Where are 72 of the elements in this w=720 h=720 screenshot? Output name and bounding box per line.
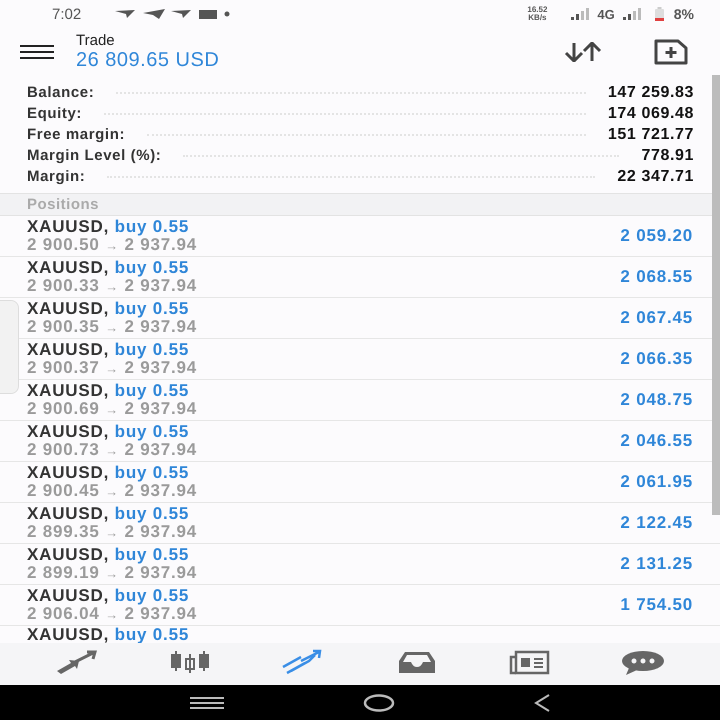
position-symbol: XAUUSD, — [27, 586, 110, 604]
signal-icon — [622, 8, 643, 20]
account-balance: 26 809.65 USD — [76, 49, 220, 71]
position-prices: 2 900.69 → 2 937.94 — [27, 400, 198, 418]
position-order: buy 0.55 — [114, 544, 190, 564]
position-order: buy 0.55 — [114, 258, 190, 276]
position-order: buy 0.55 — [114, 422, 190, 440]
send-icon — [143, 9, 166, 19]
summary-label: Free margin: — [27, 126, 126, 143]
summary-value: 778.91 — [641, 146, 694, 164]
position-order: buy 0.55 — [114, 504, 190, 522]
position-profit: 2 046.55 — [620, 431, 693, 451]
summary-label: Balance: — [27, 84, 94, 101]
position-prices: 2 900.35 → 2 937.94 — [27, 318, 198, 336]
position-profit: 1 754.50 — [620, 595, 693, 615]
status-time: 7:02 — [52, 6, 82, 22]
menu-icon[interactable] — [20, 45, 54, 59]
summary-label: Margin Level (%): — [27, 147, 162, 164]
summary-label: Margin: — [27, 168, 86, 185]
position-prices: 2 900.45 → 2 937.94 — [27, 482, 198, 500]
signal-icon — [571, 8, 592, 20]
position-symbol: XAUUSD, — [27, 625, 110, 643]
scrollbar[interactable] — [712, 75, 720, 515]
position-symbol: XAUUSD, — [27, 380, 110, 400]
battery-level: 8% — [674, 6, 694, 22]
position-symbol: XAUUSD, — [27, 216, 110, 236]
position-order: buy 0.55 — [114, 298, 190, 318]
position-profit: 2 067.45 — [620, 308, 693, 328]
position-prices: 2 900.50 → 2 937.94 — [27, 236, 198, 254]
position-symbol: XAUUSD, — [27, 340, 110, 358]
position-prices: 2 906.04 → 2 937.94 — [27, 604, 198, 624]
position-symbol: XAUUSD, — [27, 544, 110, 564]
position-symbol: XAUUSD, — [27, 258, 110, 276]
position-profit: 2 061.95 — [620, 472, 693, 492]
position-order: buy 0.55 — [114, 586, 190, 604]
side-handle[interactable] — [0, 300, 19, 394]
summary-label: Equity: — [27, 105, 82, 122]
back-icon[interactable] — [534, 694, 550, 712]
more-notifications-icon — [224, 12, 230, 16]
position-prices: 2 899.19 → 2 937.94 — [27, 564, 198, 582]
position-profit: 2 131.25 — [620, 554, 693, 574]
position-symbol: XAUUSD, — [27, 298, 110, 318]
recent-apps-icon[interactable] — [190, 696, 224, 708]
position-order: buy 0.55 — [114, 462, 190, 482]
position-profit: 2 059.20 — [620, 226, 693, 246]
position-prices: 2 900.37 → 2 937.94 — [27, 358, 198, 378]
send-icon — [171, 10, 192, 18]
summary-value: 151 721.77 — [608, 126, 694, 144]
home-icon[interactable] — [362, 694, 395, 712]
summary-value: 174 069.48 — [608, 104, 694, 122]
position-order: buy 0.55 — [114, 380, 190, 400]
position-symbol: XAUUSD, — [27, 422, 110, 440]
battery-icon — [654, 7, 664, 21]
position-prices: 2 900.33 → 2 937.94 — [27, 276, 198, 296]
position-symbol: XAUUSD, — [27, 462, 110, 482]
network-type: 4G — [597, 6, 615, 22]
position-prices: 2 900.73 → 2 937.94 — [27, 440, 198, 460]
position-profit: 2 122.45 — [620, 513, 693, 533]
position-order: buy 0.55 — [114, 340, 190, 358]
summary-value: 147 259.83 — [608, 84, 694, 102]
sort-icon[interactable] — [562, 42, 604, 62]
new-order-icon[interactable] — [654, 39, 688, 65]
position-symbol: XAUUSD, — [27, 504, 110, 522]
position-profit: 2 066.35 — [620, 349, 693, 369]
position-order: buy 0.55 — [114, 216, 190, 236]
send-icon — [115, 10, 136, 18]
position-profit: 2 068.55 — [620, 267, 693, 287]
network-speed: 16.52 KB/s — [527, 6, 548, 22]
summary-value: 22 347.71 — [617, 168, 694, 186]
position-prices: 2 899.35 → 2 937.94 — [27, 522, 198, 542]
position-profit: 2 048.75 — [620, 390, 693, 410]
screen-title: Trade — [76, 33, 116, 49]
